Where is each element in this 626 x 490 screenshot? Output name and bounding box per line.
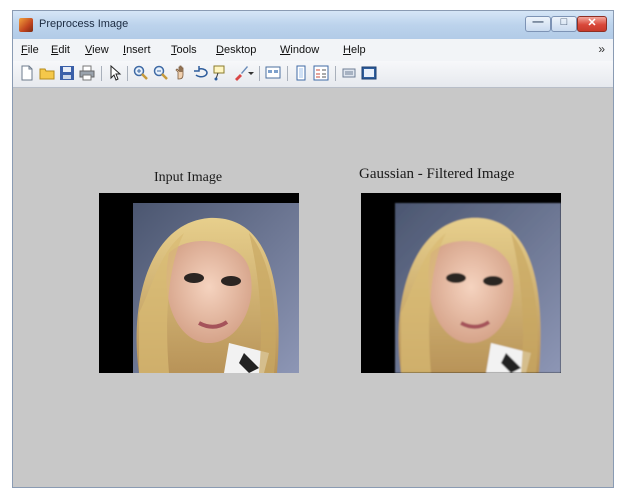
toolbar-separator [335,66,336,81]
menu-bar: File Edit View Insert Tools Desktop Wind… [13,39,613,61]
menu-file[interactable]: File [21,44,39,56]
menu-view[interactable]: View [85,44,109,56]
menu-desktop[interactable]: Desktop [216,44,256,56]
maximize-button[interactable]: □ [551,16,577,32]
new-figure-icon[interactable] [19,65,35,81]
input-image [99,193,299,373]
title-bar[interactable]: Preprocess Image — □ ✕ [13,11,613,40]
toolbar-separator [101,66,102,81]
menu-tools[interactable]: Tools [171,44,197,56]
matlab-logo-icon [19,18,33,32]
menu-insert[interactable]: Insert [123,44,151,56]
menu-overflow-icon[interactable]: » [598,42,605,56]
toolbar-separator [127,66,128,81]
select-arrow-icon[interactable] [107,65,123,81]
zoom-out-icon[interactable] [153,65,169,81]
minimize-button[interactable]: — [525,16,551,32]
close-button[interactable]: ✕ [577,16,607,32]
insert-colorbar-icon[interactable] [293,65,309,81]
figure-window: Preprocess Image — □ ✕ File Edit View In… [12,10,614,488]
data-cursor-icon[interactable] [213,65,229,81]
figure-toolbar [13,61,613,88]
menu-help[interactable]: Help [343,44,366,56]
insert-legend-icon[interactable] [313,65,329,81]
toolbar-separator [287,66,288,81]
close-icon: ✕ [587,17,597,29]
input-image-title: Input Image [154,170,223,185]
toolbar-separator [259,66,260,81]
gaussian-filtered-image [361,193,561,373]
filtered-image-title: Gaussian - Filtered Image [359,166,515,182]
minimize-icon: — [532,16,544,28]
rotate-3d-icon[interactable] [193,65,209,81]
zoom-in-icon[interactable] [133,65,149,81]
window-title: Preprocess Image [39,18,129,30]
figure-canvas: Input Image Gaussian - Filtered Image [13,88,613,487]
link-plot-icon[interactable] [265,65,281,81]
maximize-icon: □ [560,16,568,28]
menu-window[interactable]: Window [280,44,319,56]
hide-plot-tools-icon[interactable] [341,65,357,81]
menu-edit[interactable]: Edit [51,44,70,56]
print-figure-icon[interactable] [79,65,95,81]
open-file-icon[interactable] [39,65,55,81]
brush-dropdown-icon[interactable] [247,65,255,81]
pan-icon[interactable] [173,65,189,81]
save-figure-icon[interactable] [59,65,75,81]
show-plot-tools-icon[interactable] [361,65,377,81]
